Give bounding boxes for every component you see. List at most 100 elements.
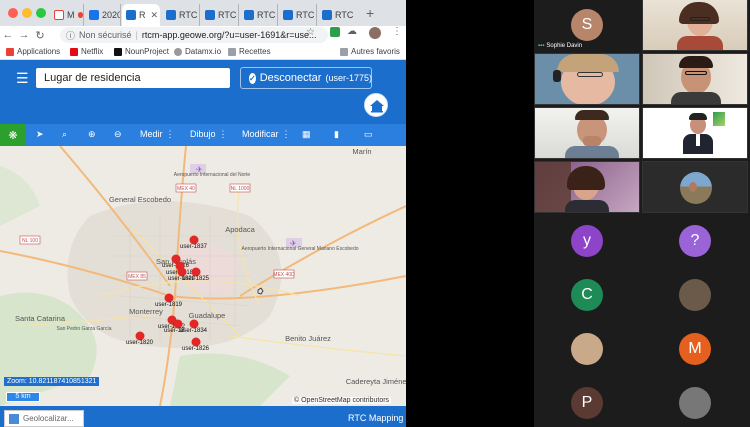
map-place-label: Aeropuerto Internacional del Norte [174, 172, 251, 178]
profile-avatar[interactable] [369, 27, 381, 39]
participant-tile[interactable]: M [642, 323, 748, 375]
table-icon[interactable]: ▦ [302, 129, 311, 140]
participant-tile[interactable] [642, 0, 748, 51]
tab-rtc[interactable]: RTC [201, 4, 239, 26]
map-place-label: Monterrey [129, 307, 163, 316]
hamburger-menu-icon[interactable]: ☰ [16, 70, 29, 87]
bookmark-nounproject[interactable]: NounProject [114, 47, 169, 56]
map-place-label: Aeropuerto Internacional General Mariano… [241, 246, 358, 252]
bookmark-datamx[interactable]: Datamx.io [174, 47, 221, 56]
participant-tile[interactable] [534, 53, 640, 105]
browser-window: M 2020 R ✕ RTC RTC RTC RTC RTC + ← → ↻ ⓘ… [0, 0, 406, 427]
map-place-label: Guadalupe [189, 311, 226, 320]
map-place-label: Santa Catarina [15, 314, 66, 323]
app-header: ☰ Lugar de residencia ✓ Desconectar (use… [0, 60, 406, 124]
participant-tile[interactable] [534, 161, 640, 213]
bookmarks-bar: Applications Netflix NounProject Datamx.… [0, 44, 406, 60]
new-tab-button[interactable]: + [366, 5, 374, 21]
road-shield: NL 1000 [229, 183, 251, 193]
participant-tile[interactable] [642, 377, 748, 427]
forward-arrow-icon[interactable]: → [16, 29, 32, 41]
road-shield: MEX 40D [273, 269, 295, 279]
map-place-label: San Pedro Garza García [56, 326, 111, 332]
address-bar: ← → ↻ ⓘ Non sécurisé | rtcm-app.geowe.or… [0, 26, 406, 44]
bookmark-label: Autres favoris [351, 47, 400, 56]
bookmark-label: NounProject [125, 47, 170, 56]
pointer-icon[interactable]: ➤ [36, 129, 44, 140]
zoom-search-icon[interactable]: ⌕ [62, 129, 67, 140]
location-search-input[interactable]: Lugar de residencia [36, 68, 230, 88]
osm-attribution[interactable]: © OpenStreetMap contributors [292, 397, 392, 404]
participant-tile[interactable] [534, 107, 640, 159]
participant-tile[interactable]: C [534, 269, 640, 321]
geolocate-input[interactable]: Geolocalizar... [4, 410, 84, 427]
participant-tile[interactable]: y [534, 215, 640, 267]
participant-tile[interactable] [642, 107, 748, 159]
chat-icon[interactable]: ▭ [364, 129, 373, 140]
svg-text:NL 100: NL 100 [22, 238, 38, 244]
folder-icon [228, 47, 236, 56]
participant-tile[interactable]: P [534, 377, 640, 427]
bookmark-netflix[interactable]: Netflix [70, 47, 103, 56]
disconnect-button[interactable]: ✓ Desconectar (user-1775) [240, 67, 372, 89]
tab-docs[interactable]: 2020 [85, 4, 121, 26]
measure-menu[interactable]: Medir ⋮ [140, 129, 175, 140]
layers-icon[interactable]: ❋ [0, 124, 26, 146]
check-circle-icon: ✓ [249, 72, 256, 84]
participant-avatar [679, 279, 711, 311]
participant-name-text: Sophie Davin [546, 43, 583, 49]
participant-tile[interactable] [642, 161, 748, 213]
minimize-window-icon[interactable] [22, 8, 32, 18]
zoom-out-icon[interactable]: ⊖ [114, 129, 122, 140]
bookmark-autres[interactable]: Autres favoris [340, 47, 400, 56]
url-field[interactable]: ⓘ Non sécurisé | rtcm-app.geowe.org/?u=u… [60, 27, 328, 43]
bookmark-applications[interactable]: Applications [6, 47, 60, 56]
user-marker-label: user-1837 [180, 244, 208, 250]
map-canvas[interactable]: ✈ ✈ General EscobedoApodacaSan NicolásGu… [0, 146, 406, 406]
tab-rtc[interactable]: RTC [162, 4, 200, 26]
extension-icon[interactable] [330, 27, 340, 37]
user-marker-label: user-1825 [182, 276, 210, 282]
map-place-label: Cadereyta Jiménez [346, 377, 406, 386]
back-arrow-icon[interactable]: ← [0, 29, 16, 41]
tab-rtc[interactable]: RTC [279, 4, 317, 26]
more-vertical-icon: ⋮ [165, 129, 175, 139]
apps-grid-icon [6, 47, 14, 56]
menu-kebab-icon[interactable]: ⋮ [392, 26, 402, 37]
modify-menu[interactable]: Modificar ⋮ [242, 129, 291, 140]
close-tab-icon[interactable]: ✕ [151, 10, 159, 21]
participant-avatar: ? [679, 225, 711, 257]
participant-tile[interactable] [534, 323, 640, 375]
bookmark-label: Applications [17, 47, 61, 56]
delete-icon[interactable]: ▮ [334, 129, 339, 140]
participant-tile[interactable]: S ▪▪▪ Sophie Davin [534, 0, 640, 51]
recording-icon [77, 12, 83, 18]
more-vertical-icon: ⋮ [218, 129, 228, 139]
reload-icon[interactable]: ↻ [32, 29, 48, 42]
tab-rtc[interactable]: RTC [240, 4, 278, 26]
participant-avatar [571, 333, 603, 365]
tab-label: M [67, 10, 75, 20]
gmail-icon [54, 10, 64, 20]
maximize-window-icon[interactable] [36, 8, 46, 18]
participant-tile[interactable] [642, 53, 748, 105]
map-toolbar: ❋ ➤ ⌕ ⊕ ⊖ Medir ⋮ Dibujo ⋮ Modificar ⋮ ▦ ▮ … [0, 124, 406, 146]
bookmark-recettes[interactable]: Recettes [228, 47, 271, 56]
tab-label: RTC [335, 10, 354, 20]
participant-tile[interactable]: ? [642, 215, 748, 267]
map-view[interactable]: ✈ ✈ General Escobedo Apodaca San Nicolás Gu… [0, 146, 406, 406]
screen: M 2020 R ✕ RTC RTC RTC RTC RTC + ← → ↻ ⓘ… [0, 0, 750, 427]
tab-rtc-active[interactable]: R ✕ [122, 4, 160, 26]
draw-menu[interactable]: Dibujo ⋮ [190, 129, 228, 140]
security-label: Non sécurisé [79, 30, 132, 40]
participant-tile[interactable] [642, 269, 748, 321]
tab-rtc[interactable]: RTC [318, 4, 358, 26]
close-window-icon[interactable] [8, 8, 18, 18]
cloud-icon[interactable]: ☁ [347, 26, 357, 37]
tab-gmail[interactable]: M [50, 4, 84, 26]
signal-icon: ▪▪▪ [538, 43, 545, 49]
participant-name: ▪▪▪ Sophie Davin [538, 43, 582, 49]
bookmark-star-icon[interactable]: ☆ [306, 27, 315, 38]
zoom-in-icon[interactable]: ⊕ [88, 129, 96, 140]
app-brand: RTC Mapping [348, 413, 404, 423]
